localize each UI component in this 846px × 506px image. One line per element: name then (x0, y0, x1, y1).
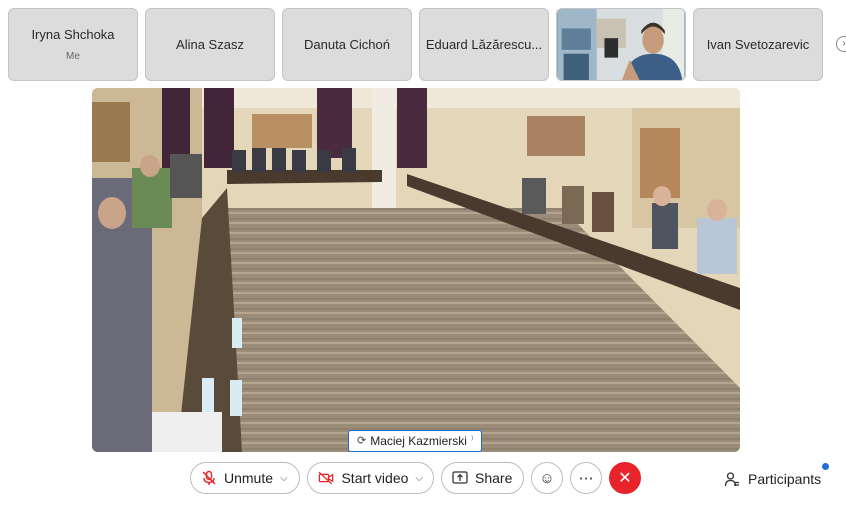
share-screen-icon (452, 471, 468, 484)
participant-tile-self[interactable]: Iryna Shchoka Me (8, 8, 138, 81)
participant-name: Eduard Lăzărescu... (425, 37, 543, 52)
conference-room-video-frame (92, 88, 740, 452)
participant-tile[interactable]: Eduard Lăzărescu... (419, 8, 549, 81)
microphone-muted-icon (202, 470, 216, 485)
sync-icon: ⟳ (357, 435, 367, 447)
chevron-right-icon[interactable]: › (836, 36, 846, 52)
participant-tile[interactable]: Alina Szasz (145, 8, 275, 81)
participant-name: Danuta Cichoń (304, 37, 390, 52)
emoji-icon: ☺ (539, 469, 555, 487)
person-icon (724, 472, 739, 487)
more-options-button[interactable]: ⋯ (570, 462, 602, 494)
participant-tile[interactable]: Ivan Svetozarevic (693, 8, 823, 81)
unmute-button[interactable]: Unmute ⌵ (190, 462, 300, 494)
start-video-label: Start video (341, 470, 409, 486)
unmute-label: Unmute (224, 470, 274, 486)
reactions-button[interactable]: ☺ (531, 462, 563, 494)
participants-label: Participants (748, 471, 822, 487)
close-icon: ✕ (618, 470, 632, 487)
chevron-down-icon[interactable]: ⌵ (280, 473, 288, 484)
participant-tile-video[interactable] (556, 8, 686, 81)
participant-video-thumbnail (557, 9, 685, 80)
main-video (92, 88, 740, 452)
more-icon: ⋯ (578, 470, 594, 487)
start-video-button[interactable]: Start video ⌵ (307, 462, 434, 494)
participant-name: Ivan Svetozarevic (706, 37, 810, 52)
active-speaker-label: ⟳ Maciej Kazmierski ⁾ (348, 430, 483, 452)
participant-name: Iryna Shchoka (31, 27, 115, 42)
active-speaker-name: Maciej Kazmierski (370, 434, 467, 448)
meeting-controls: Unmute ⌵ Start video ⌵ Share ☺ ⋯ ✕ Parti… (0, 460, 846, 500)
share-label: Share (475, 470, 513, 486)
camera-off-icon (318, 471, 334, 485)
leave-meeting-button[interactable]: ✕ (609, 462, 641, 494)
participant-name: Alina Szasz (176, 37, 244, 52)
participant-self-tag: Me (66, 51, 80, 62)
participant-strip: Iryna Shchoka Me Alina Szasz Danuta Cich… (0, 0, 846, 86)
participants-button[interactable]: Participants (724, 468, 821, 490)
audio-signal-icon: ⁾ (470, 435, 474, 446)
chevron-down-icon[interactable]: ⌵ (415, 473, 423, 484)
share-button[interactable]: Share (441, 462, 524, 494)
participant-tile[interactable]: Danuta Cichoń (282, 8, 412, 81)
notification-dot (822, 463, 829, 470)
